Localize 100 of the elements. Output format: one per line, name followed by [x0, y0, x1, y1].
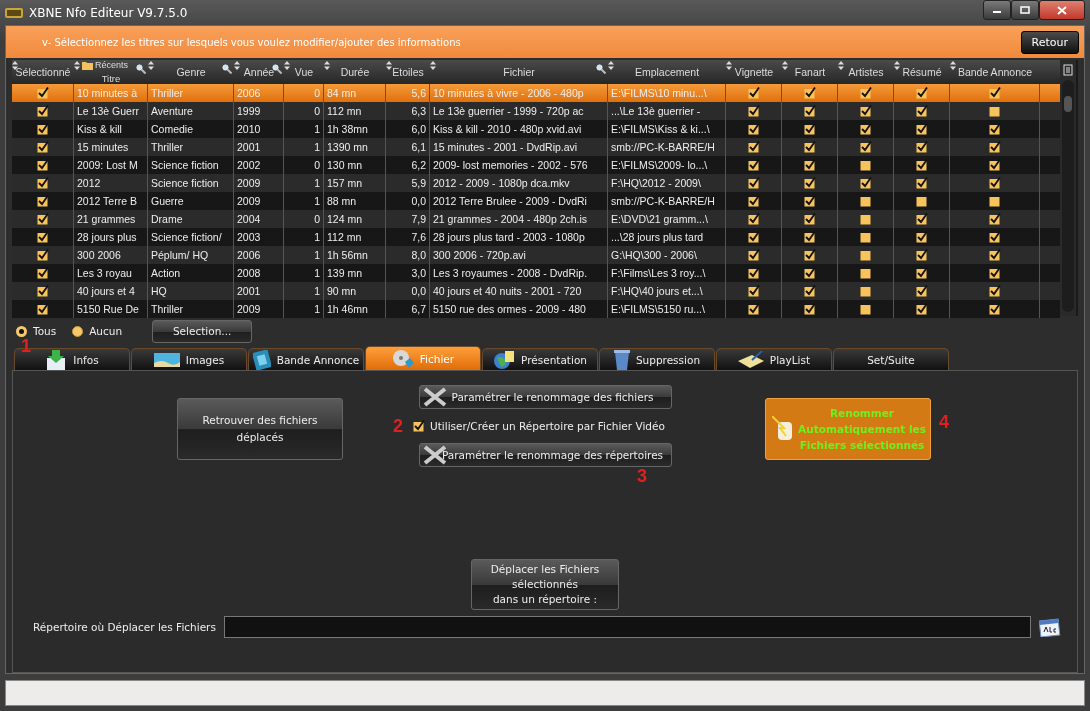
checkbox[interactable]	[803, 195, 816, 207]
checkbox[interactable]	[859, 123, 872, 135]
sort-icon[interactable]	[12, 61, 18, 70]
sort-icon[interactable]	[324, 61, 330, 70]
tab[interactable]: Bande Annonce	[248, 348, 364, 370]
sort-icon[interactable]	[608, 61, 614, 70]
checkbox[interactable]	[859, 249, 872, 261]
checkbox[interactable]	[859, 159, 872, 171]
checkbox[interactable]	[36, 285, 49, 297]
checkbox[interactable]	[36, 249, 49, 261]
checkbox[interactable]	[36, 213, 49, 225]
checkbox[interactable]	[747, 303, 760, 315]
checkbox[interactable]	[988, 141, 1001, 153]
checkbox[interactable]	[36, 303, 49, 315]
checkbox[interactable]	[859, 141, 872, 153]
close-button[interactable]	[1039, 0, 1085, 20]
checkbox[interactable]	[988, 159, 1001, 171]
checkbox[interactable]	[915, 285, 928, 297]
tab[interactable]: Suppression	[599, 348, 715, 370]
checkbox[interactable]	[803, 213, 816, 225]
checkbox[interactable]	[988, 177, 1001, 189]
sort-icon[interactable]	[782, 61, 788, 70]
column-header[interactable]: Vue	[294, 66, 314, 78]
table-row[interactable]: 5150 Rue De Thriller 2009 1 1h 46mn 6,7 5150 rue des ormes - 2009 - 480 E:\FILMS\5150 ru...\	[12, 300, 1060, 318]
checkbox[interactable]	[988, 231, 1001, 243]
table-row[interactable]: 15 minutes Thriller 2001 1 1390 mn 6,1 15 minutes - 2001 - DvdRip.avi smb://PC-K-BARRE/H	[12, 138, 1060, 156]
move-files-button[interactable]: Déplacer les Fichiers sélectionnés dans un répertoire :	[471, 559, 619, 610]
table-row[interactable]: 300 2006 Péplum/ HQ 2006 1 1h 56mn 8,0 300 2006 - 720p.avi G:\HQ\300 - 2006\	[12, 246, 1060, 264]
column-header[interactable]: Artistes	[848, 66, 884, 78]
checkbox[interactable]	[988, 285, 1001, 297]
table-row[interactable]: 21 grammes Drame 2004 0 124 mn 7,9 21 grammes - 2004 - 480p 2ch.is E:\DVD\21 gramm...\	[12, 210, 1060, 228]
checkbox[interactable]	[36, 105, 49, 117]
checkbox[interactable]	[803, 141, 816, 153]
column-header[interactable]: Année	[243, 66, 275, 78]
checkbox[interactable]	[747, 195, 760, 207]
checkbox[interactable]	[915, 159, 928, 171]
sort-icon[interactable]	[74, 61, 80, 70]
column-header[interactable]: Durée	[340, 66, 370, 78]
rename-files-button[interactable]: Paramétrer le renommage des fichiers	[419, 385, 672, 409]
column-header[interactable]: Fanart	[794, 66, 826, 78]
sort-icon[interactable]	[950, 61, 956, 70]
radio-button[interactable]: Tous	[16, 325, 57, 337]
checkbox[interactable]	[803, 159, 816, 171]
column-chooser-icon[interactable]	[1063, 64, 1073, 76]
checkbox-label[interactable]: Utiliser/Créer un Répertoire par Fichier Vidéo	[430, 420, 665, 432]
checkbox[interactable]	[988, 123, 1001, 135]
checkbox[interactable]	[859, 267, 872, 279]
sort-icon[interactable]	[838, 61, 844, 70]
column-header[interactable]: Sélectionné	[15, 66, 71, 78]
checkbox[interactable]	[747, 285, 760, 297]
sort-icon[interactable]	[284, 61, 290, 70]
sort-icon[interactable]	[386, 61, 392, 70]
table-row[interactable]: 40 jours et 4 HQ 2001 1 90 mn 0,0 40 jours et 40 nuits - 2001 - 720 F:\HQ\40 jours et...\	[12, 282, 1060, 300]
checkbox[interactable]	[915, 303, 928, 315]
checkbox[interactable]	[36, 87, 49, 99]
column-header[interactable]: Etoiles	[392, 66, 424, 78]
checkbox[interactable]	[803, 249, 816, 261]
column-header[interactable]: Genre	[176, 66, 206, 78]
tab[interactable]: Images	[131, 348, 247, 370]
checkbox[interactable]	[988, 303, 1001, 315]
checkbox[interactable]	[859, 87, 872, 99]
search-icon[interactable]	[222, 64, 232, 74]
checkbox[interactable]	[859, 177, 872, 189]
checkbox[interactable]	[988, 87, 1001, 99]
sort-icon[interactable]	[894, 61, 900, 70]
checkbox[interactable]	[36, 177, 49, 189]
checkbox[interactable]	[36, 267, 49, 279]
checkbox[interactable]	[803, 231, 816, 243]
checkbox[interactable]	[36, 141, 49, 153]
checkbox[interactable]	[413, 420, 425, 432]
table-row[interactable]: 2012 Science fiction 2009 1 157 mn 5,9 2012 - 2009 - 1080p dca.mkv F:\HQ\2012 - 2009\	[12, 174, 1060, 192]
checkbox[interactable]	[747, 123, 760, 135]
checkbox[interactable]	[915, 213, 928, 225]
checkbox[interactable]	[915, 123, 928, 135]
sort-icon[interactable]	[430, 61, 436, 70]
checkbox[interactable]	[803, 303, 816, 315]
folder-path-field[interactable]	[223, 616, 1031, 638]
column-header[interactable]: Résumé	[902, 66, 942, 78]
maximize-button[interactable]	[1011, 0, 1039, 20]
checkbox[interactable]	[859, 303, 872, 315]
checkbox[interactable]	[859, 213, 872, 225]
column-header[interactable]: Titre	[101, 72, 121, 84]
checkbox[interactable]	[747, 177, 760, 189]
checkbox[interactable]	[859, 195, 872, 207]
checkbox[interactable]	[859, 105, 872, 117]
column-header[interactable]: Bande Annonce	[957, 66, 1033, 78]
checkbox[interactable]	[803, 177, 816, 189]
back-button[interactable]: Retour	[1020, 30, 1079, 54]
search-icon[interactable]	[136, 64, 146, 74]
sort-icon[interactable]	[148, 61, 154, 70]
checkbox[interactable]	[915, 267, 928, 279]
column-header[interactable]: Vignette	[734, 66, 774, 78]
checkbox[interactable]	[803, 267, 816, 279]
table-row[interactable]: Le 13è Guerr Aventure 1999 0 112 mn 6,3 Le 13è guerrier - 1999 - 720p ac ...\Le 13è guerrier -	[12, 102, 1060, 120]
checkbox[interactable]	[915, 195, 928, 207]
checkbox[interactable]	[803, 87, 816, 99]
rename-folders-button[interactable]: Paramétrer le renommage des répertoires	[419, 443, 672, 467]
checkbox[interactable]	[747, 231, 760, 243]
radio-button[interactable]: Aucun	[72, 325, 123, 337]
checkbox[interactable]	[915, 141, 928, 153]
